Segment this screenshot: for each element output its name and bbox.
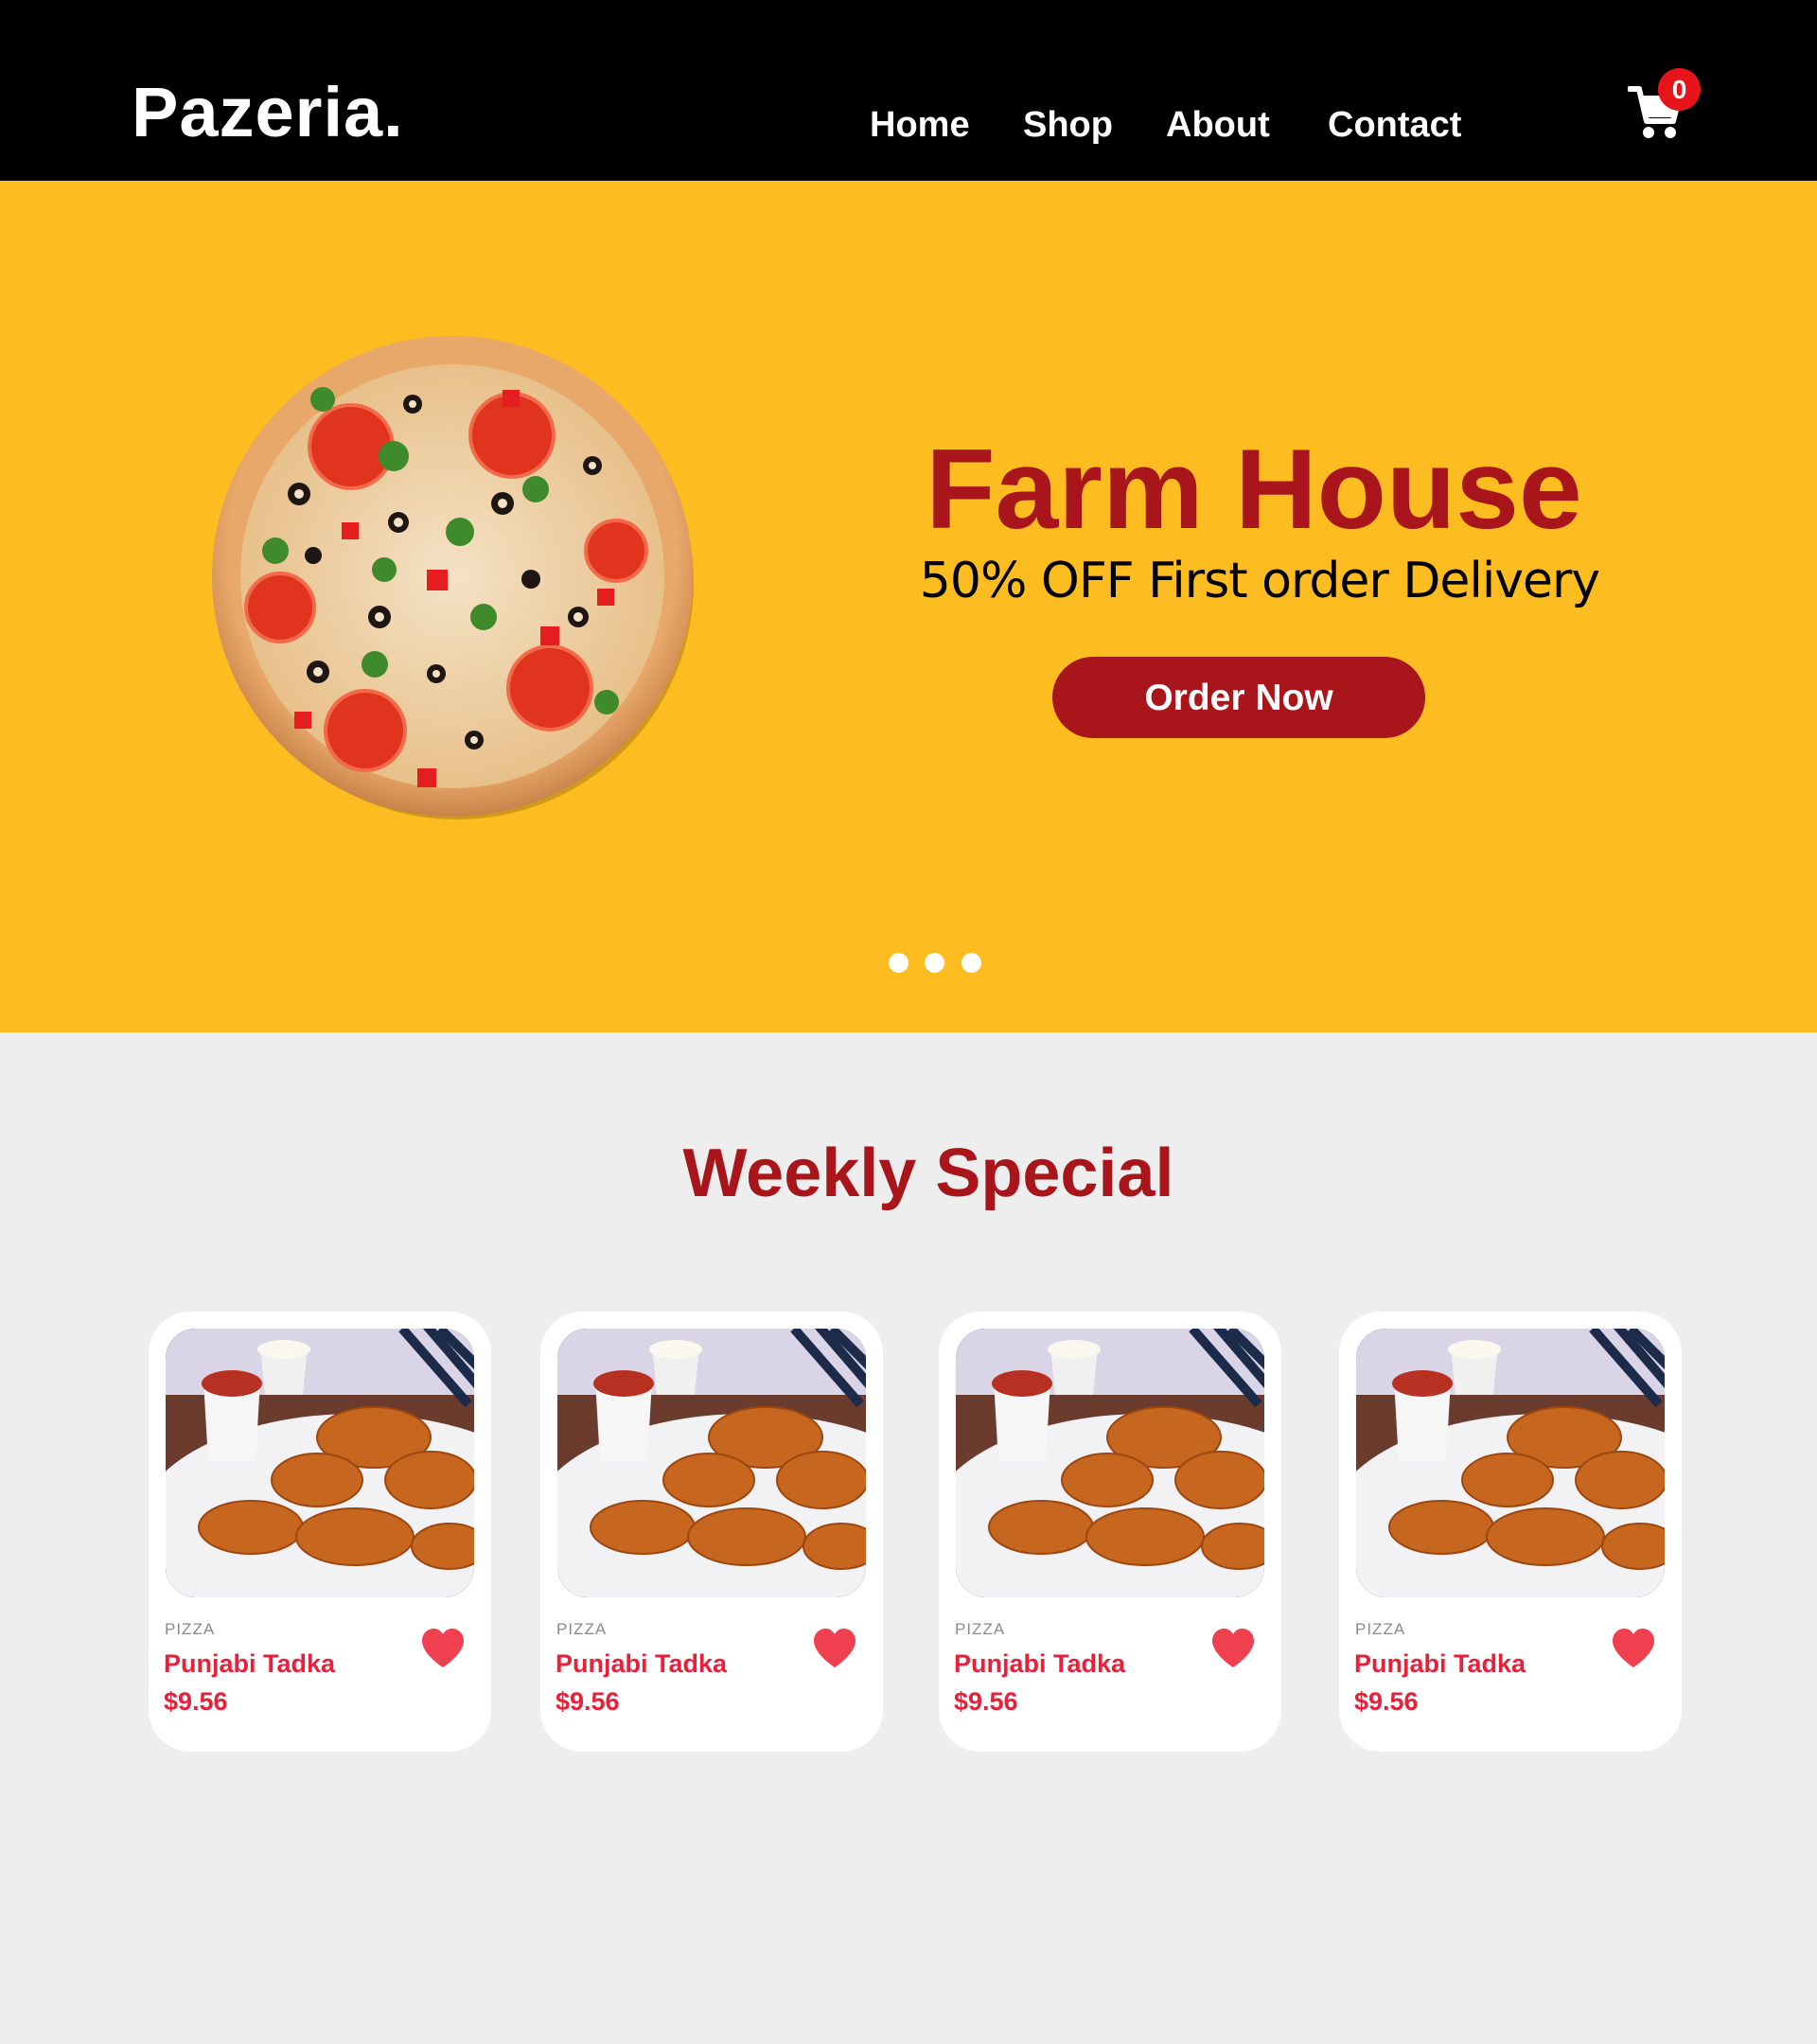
product-card[interactable]: PIZZA Punjabi Tadka $9.56	[540, 1312, 883, 1752]
product-card[interactable]: PIZZA Punjabi Tadka $9.56	[149, 1312, 491, 1752]
slider-dot-2[interactable]	[925, 953, 944, 973]
slider-dot-1[interactable]	[889, 953, 908, 973]
product-category: PIZZA	[1355, 1620, 1406, 1638]
product-name[interactable]: Punjabi Tadka	[556, 1648, 727, 1679]
product-price: $9.56	[556, 1687, 620, 1716]
product-card[interactable]: PIZZA Punjabi Tadka $9.56	[1339, 1312, 1682, 1752]
chicken-nuggets-image	[1356, 1329, 1665, 1597]
chicken-nuggets-image	[956, 1329, 1264, 1597]
product-name[interactable]: Punjabi Tadka	[164, 1648, 335, 1679]
product-category: PIZZA	[556, 1620, 608, 1638]
product-name[interactable]: Punjabi Tadka	[954, 1648, 1125, 1679]
product-card[interactable]: PIZZA Punjabi Tadka $9.56	[939, 1312, 1281, 1752]
slider-dot-3[interactable]	[961, 953, 981, 973]
pizza-image	[209, 333, 696, 819]
order-now-button[interactable]: Order Now	[1052, 657, 1425, 738]
heart-icon[interactable]	[812, 1628, 857, 1669]
hero-banner: Farm House 50% OFF First order Delivery …	[0, 181, 1817, 1032]
site-header: Pazeria. Home Shop About Contact 0	[0, 0, 1817, 181]
nav-contact[interactable]: Contact	[1328, 98, 1461, 151]
chicken-nuggets-image	[557, 1329, 866, 1597]
section-title: Weekly Special	[682, 1136, 1174, 1211]
cart-count-badge: 0	[1658, 68, 1701, 111]
product-category: PIZZA	[165, 1620, 216, 1638]
product-price: $9.56	[1354, 1687, 1419, 1716]
hero-subtitle: 50% OFF First order Delivery	[919, 553, 1600, 609]
nav-home[interactable]: Home	[870, 98, 970, 151]
nav-about[interactable]: About	[1166, 98, 1270, 151]
product-category: PIZZA	[955, 1620, 1006, 1638]
product-name[interactable]: Punjabi Tadka	[1354, 1648, 1526, 1679]
product-price: $9.56	[954, 1687, 1018, 1716]
hero-title: Farm House	[926, 426, 1582, 553]
heart-icon[interactable]	[420, 1628, 466, 1669]
brand-logo[interactable]: Pazeria.	[132, 70, 404, 155]
chicken-nuggets-image	[166, 1329, 474, 1597]
heart-icon[interactable]	[1611, 1628, 1656, 1669]
nav-shop[interactable]: Shop	[1023, 98, 1113, 151]
product-price: $9.56	[164, 1687, 228, 1716]
heart-icon[interactable]	[1210, 1628, 1256, 1669]
